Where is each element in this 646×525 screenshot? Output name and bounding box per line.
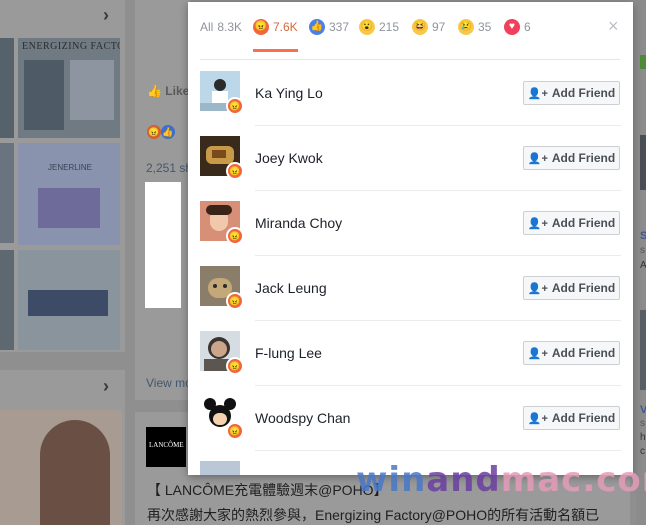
add-friend-label: Add Friend <box>551 151 616 165</box>
add-user-icon: 👤+ <box>527 87 548 100</box>
tab-all[interactable]: All 8.3K <box>200 2 242 52</box>
add-user-icon: 👤+ <box>527 217 548 230</box>
add-friend-label: Add Friend <box>551 281 616 295</box>
chevron-right-icon[interactable]: › <box>103 5 109 26</box>
tab-sad[interactable]: 😢 35 <box>458 2 491 52</box>
right-sidebar-letter: A <box>640 260 646 271</box>
person-name[interactable]: Woodspy Chan <box>255 410 350 426</box>
like-button[interactable]: 👍 Like <box>147 84 189 98</box>
right-sidebar-letter: s <box>640 418 645 429</box>
right-photo <box>640 310 646 390</box>
add-friend-label: Add Friend <box>551 346 616 360</box>
photo-thumbnail[interactable]: JENERLINE <box>18 143 120 245</box>
angry-icon: 😠 <box>226 227 244 245</box>
sad-icon: 😢 <box>458 19 474 35</box>
list-item: 😠 Joey Kwok 👤+ Add Friend <box>188 126 633 191</box>
tab-label: All <box>200 20 214 34</box>
right-sidebar-letter: S <box>640 230 646 242</box>
right-sidebar-letter: V <box>640 404 646 416</box>
add-friend-button[interactable]: 👤+ Add Friend <box>523 146 620 170</box>
lancome-logo: LANCÔME <box>146 427 186 467</box>
angry-icon: 😠 <box>226 162 244 180</box>
add-friend-button[interactable]: 👤+ Add Friend <box>523 341 620 365</box>
add-friend-label: Add Friend <box>551 86 616 100</box>
list-item: 😠 Miranda Choy 👤+ Add Friend <box>188 191 633 256</box>
tabs-divider <box>200 59 620 60</box>
add-friend-button[interactable]: 👤+ Add Friend <box>523 276 620 300</box>
tab-count: 337 <box>329 20 350 34</box>
right-sidebar-letter: c <box>640 446 645 457</box>
right-sidebar-letter: h <box>640 432 646 443</box>
view-more-link[interactable]: View mo <box>146 376 192 390</box>
tab-count: 7.6K <box>273 20 298 34</box>
photo-thumbnail[interactable]: ENERGIZING FACTORY <box>18 38 120 138</box>
like-icon: 👍 <box>161 125 175 139</box>
tab-wow[interactable]: 😮 215 <box>359 2 399 52</box>
tab-haha[interactable]: 😆 97 <box>412 2 445 52</box>
person-name[interactable]: Ka Ying Lo <box>255 85 323 101</box>
thumbnail-caption: ENERGIZING FACTORY <box>22 41 120 52</box>
tab-love[interactable]: ♥ 6 <box>504 2 531 52</box>
post-text-line-1: 【 LANCÔME充電體驗週末@POHO】 <box>147 482 388 498</box>
tab-count: 8.3K <box>217 20 243 34</box>
photo-thumbnail[interactable] <box>0 250 14 350</box>
photo-thumbnail[interactable] <box>18 250 120 350</box>
watermark: winandmac.com <box>356 460 646 500</box>
list-item: 😠 Ka Ying Lo 👤+ Add Friend <box>188 61 633 126</box>
person-name[interactable]: F-lung Lee <box>255 345 322 361</box>
person-name[interactable]: Joey Kwok <box>255 150 323 166</box>
reaction-tabs: All 8.3K 😠 7.6K 👍 337 😮 215 😆 97 😢 35 ♥ … <box>188 2 633 52</box>
tab-count: 97 <box>432 20 446 34</box>
post-text-line-2: 再次感謝大家的熱烈參與，Energizing Factory@POHO的所有活動… <box>147 507 600 523</box>
photo-thumbnail[interactable] <box>0 38 14 138</box>
angry-icon: 😠 <box>226 292 244 310</box>
right-green-button[interactable] <box>640 55 646 69</box>
add-friend-button[interactable]: 👤+ Add Friend <box>523 81 620 105</box>
angry-icon: 😠 <box>226 422 244 440</box>
list-item: 😠 Woodspy Chan 👤+ Add Friend <box>188 386 633 451</box>
love-icon: ♥ <box>504 19 520 35</box>
add-friend-label: Add Friend <box>551 216 616 230</box>
blank-image <box>145 182 181 308</box>
thumbnail-caption: JENERLINE <box>48 163 93 172</box>
wow-icon: 😮 <box>359 19 375 35</box>
right-sidebar-letter: s <box>640 245 645 256</box>
add-user-icon: 👤+ <box>527 347 548 360</box>
add-friend-label: Add Friend <box>551 411 616 425</box>
list-item: 😠 F-lung Lee 👤+ Add Friend <box>188 321 633 386</box>
reactions-dialog: All 8.3K 😠 7.6K 👍 337 😮 215 😆 97 😢 35 ♥ … <box>188 2 633 475</box>
avatar[interactable] <box>200 461 240 475</box>
profile-photo[interactable] <box>0 410 122 525</box>
angry-icon: 😠 <box>147 125 161 139</box>
close-icon[interactable]: × <box>608 16 619 37</box>
list-item: 😠 Jack Leung 👤+ Add Friend <box>188 256 633 321</box>
add-user-icon: 👤+ <box>527 152 548 165</box>
shares-count[interactable]: 2,251 sh <box>146 161 192 175</box>
right-photo <box>640 135 646 190</box>
angry-icon: 😠 <box>226 357 244 375</box>
add-user-icon: 👤+ <box>527 282 548 295</box>
tab-count: 35 <box>478 20 492 34</box>
photo-thumbnail[interactable] <box>0 143 14 243</box>
add-friend-button[interactable]: 👤+ Add Friend <box>523 211 620 235</box>
tab-count: 215 <box>379 20 400 34</box>
person-name[interactable]: Miranda Choy <box>255 215 342 231</box>
tab-like[interactable]: 👍 337 <box>309 2 349 52</box>
haha-icon: 😆 <box>412 19 428 35</box>
person-name[interactable]: Jack Leung <box>255 280 327 296</box>
angry-icon: 😠 <box>253 19 269 35</box>
like-icon: 👍 <box>309 19 325 35</box>
add-friend-button[interactable]: 👤+ Add Friend <box>523 406 620 430</box>
tab-count: 6 <box>524 20 531 34</box>
angry-icon: 😠 <box>226 97 244 115</box>
add-user-icon: 👤+ <box>527 412 548 425</box>
chevron-right-icon[interactable]: › <box>103 376 109 397</box>
tab-angry[interactable]: 😠 7.6K <box>253 2 298 52</box>
